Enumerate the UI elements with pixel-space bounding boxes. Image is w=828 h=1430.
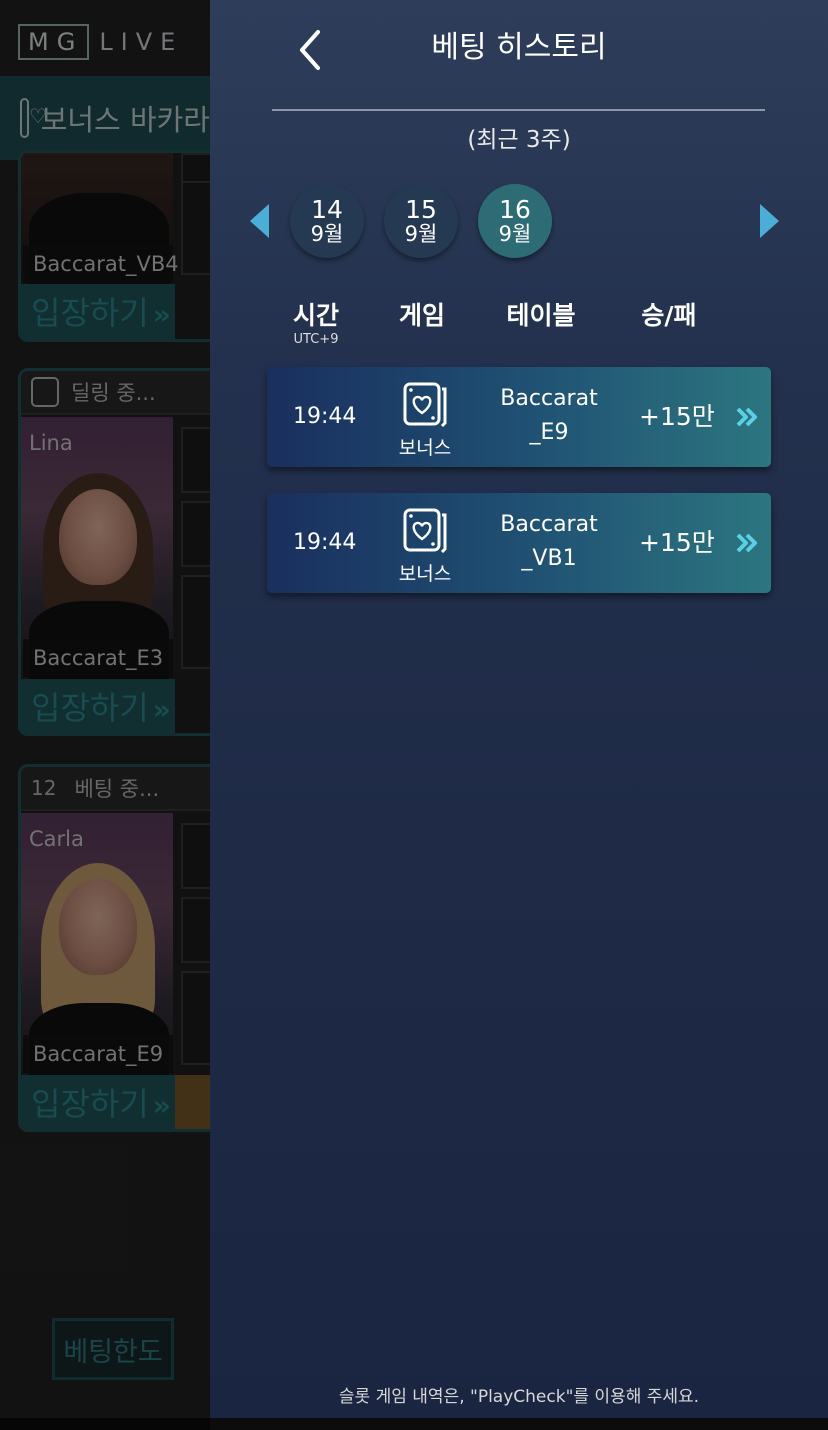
history-row[interactable]: 19:44 보너스 Baccarat _E9 +15만 (267, 367, 771, 467)
prev-dates-arrow-icon[interactable] (250, 204, 269, 238)
date-day: 15 (405, 194, 437, 224)
history-row[interactable]: 19:44 보너스 Baccarat _VB1 +15만 (267, 493, 771, 593)
game-name: 보너스 (398, 563, 452, 585)
page-title: 베팅 히스토리 (431, 30, 607, 65)
game-name: 보너스 (398, 437, 452, 459)
title-divider (272, 109, 765, 111)
date-month: 9월 (498, 222, 532, 247)
column-header-result: 승/패 (641, 301, 697, 330)
date-15[interactable]: 15 9월 (384, 184, 458, 258)
next-dates-arrow-icon[interactable] (760, 204, 779, 238)
column-header-table: 테이블 (506, 301, 576, 330)
timezone-label: UTC+9 (293, 332, 339, 347)
table-name: Baccarat _E9 (500, 386, 598, 445)
double-chevron-right-icon[interactable] (735, 531, 759, 555)
date-14[interactable]: 14 9월 (290, 184, 364, 258)
bonus-card-icon (403, 382, 447, 427)
period-subtitle: (최근 3주) (467, 127, 571, 153)
date-16-selected[interactable]: 16 9월 (478, 184, 552, 258)
bet-time: 19:44 (293, 404, 357, 429)
playcheck-note: 슬롯 게임 내역은, "PlayCheck"를 이용해 주세요. (338, 1387, 700, 1407)
overlay-dim (0, 0, 210, 1430)
column-header-time: 시간 (292, 301, 339, 330)
betting-history-panel: 베팅 히스토리 (최근 3주) 14 9월 15 9월 16 9월 시간 UTC… (210, 0, 828, 1418)
table-name: Baccarat _VB1 (500, 512, 598, 571)
lobby-background: MG LIVE 보너스 바카라 Baccarat_VB4 입장하기» 딜링 중.… (0, 0, 210, 1430)
win-loss-amount: +15만 (639, 528, 715, 557)
date-day: 14 (311, 194, 343, 224)
column-header-game: 게임 (398, 301, 445, 330)
bonus-card-icon (403, 508, 447, 553)
date-month: 9월 (404, 222, 438, 247)
date-day: 16 (499, 194, 531, 224)
bet-time: 19:44 (293, 530, 357, 555)
win-loss-amount: +15만 (639, 402, 715, 431)
double-chevron-right-icon[interactable] (735, 405, 759, 429)
date-month: 9월 (310, 222, 344, 247)
